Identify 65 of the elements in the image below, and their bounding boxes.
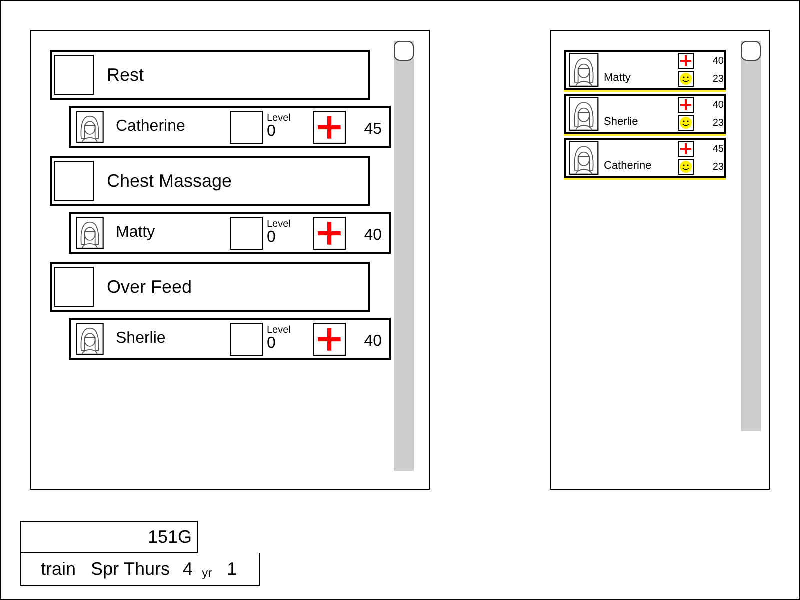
level-value: 0 xyxy=(267,230,277,246)
character-name: Matty xyxy=(604,72,632,84)
avatar-icon xyxy=(568,97,600,131)
assignee-row[interactable]: Matty Level 0 40 xyxy=(69,212,391,254)
character-card[interactable]: Matty 40 23 xyxy=(564,50,726,90)
health-icon xyxy=(313,322,346,356)
health-icon xyxy=(678,141,694,157)
scrollbar-track[interactable] xyxy=(394,41,414,471)
health-value: 40 xyxy=(364,227,382,245)
avatar-icon xyxy=(74,323,106,355)
avatar-icon xyxy=(74,111,106,143)
character-card[interactable]: Sherlie 40 23 xyxy=(564,94,726,134)
level-value: 0 xyxy=(267,124,277,140)
item-slot[interactable] xyxy=(230,322,263,356)
assignee-row[interactable]: Catherine Level 0 45 xyxy=(69,106,391,148)
week-number: 4 xyxy=(183,558,194,580)
level-value: 0 xyxy=(267,336,277,352)
year-number: 1 xyxy=(227,558,238,580)
level-label: Level xyxy=(267,326,292,336)
character-card[interactable]: Catherine 45 23 xyxy=(564,138,726,178)
mood-value: 23 xyxy=(712,162,724,172)
character-name: Sherlie xyxy=(116,330,167,348)
task-name: Over Feed xyxy=(107,276,192,298)
task-slot[interactable] xyxy=(54,267,94,307)
mood-value: 23 xyxy=(712,74,724,84)
health-icon xyxy=(313,216,346,250)
task-header[interactable]: Rest xyxy=(50,50,370,100)
mood-value: 23 xyxy=(712,118,724,128)
health-icon xyxy=(313,110,346,144)
assignee-row[interactable]: Sherlie Level 0 40 xyxy=(69,318,391,360)
money-amount: 151G xyxy=(148,526,192,548)
task-slot[interactable] xyxy=(54,161,94,201)
day-label: Thurs xyxy=(124,558,170,580)
health-value: 40 xyxy=(712,100,724,110)
smiley-icon xyxy=(678,115,694,131)
level-label: Level xyxy=(267,220,292,230)
task-header[interactable]: Chest Massage xyxy=(50,156,370,206)
health-icon xyxy=(678,53,694,69)
character-name: Catherine xyxy=(116,118,186,136)
health-value: 40 xyxy=(712,56,724,66)
smiley-icon xyxy=(678,159,694,175)
health-value: 45 xyxy=(364,121,382,139)
mode-label: train xyxy=(41,558,76,580)
task-slot[interactable] xyxy=(54,55,94,95)
year-label: yr xyxy=(202,566,212,580)
task-name: Rest xyxy=(107,64,144,86)
task-name: Chest Massage xyxy=(107,170,232,192)
health-value: 45 xyxy=(712,144,724,154)
scroll-thumb[interactable] xyxy=(741,41,761,61)
avatar-icon xyxy=(74,217,106,249)
character-name: Sherlie xyxy=(604,116,640,128)
item-slot[interactable] xyxy=(230,110,263,144)
avatar-icon xyxy=(568,53,600,87)
health-icon xyxy=(678,97,694,113)
health-value: 40 xyxy=(364,333,382,351)
season-label: Spr xyxy=(91,558,120,580)
avatar-icon xyxy=(568,141,600,175)
task-header[interactable]: Over Feed xyxy=(50,262,370,312)
level-label: Level xyxy=(267,114,292,124)
scroll-thumb[interactable] xyxy=(394,41,414,61)
character-name: Catherine xyxy=(604,160,653,172)
scrollbar-track[interactable] xyxy=(741,41,761,431)
smiley-icon xyxy=(678,71,694,87)
item-slot[interactable] xyxy=(230,216,263,250)
character-name: Matty xyxy=(116,224,156,242)
